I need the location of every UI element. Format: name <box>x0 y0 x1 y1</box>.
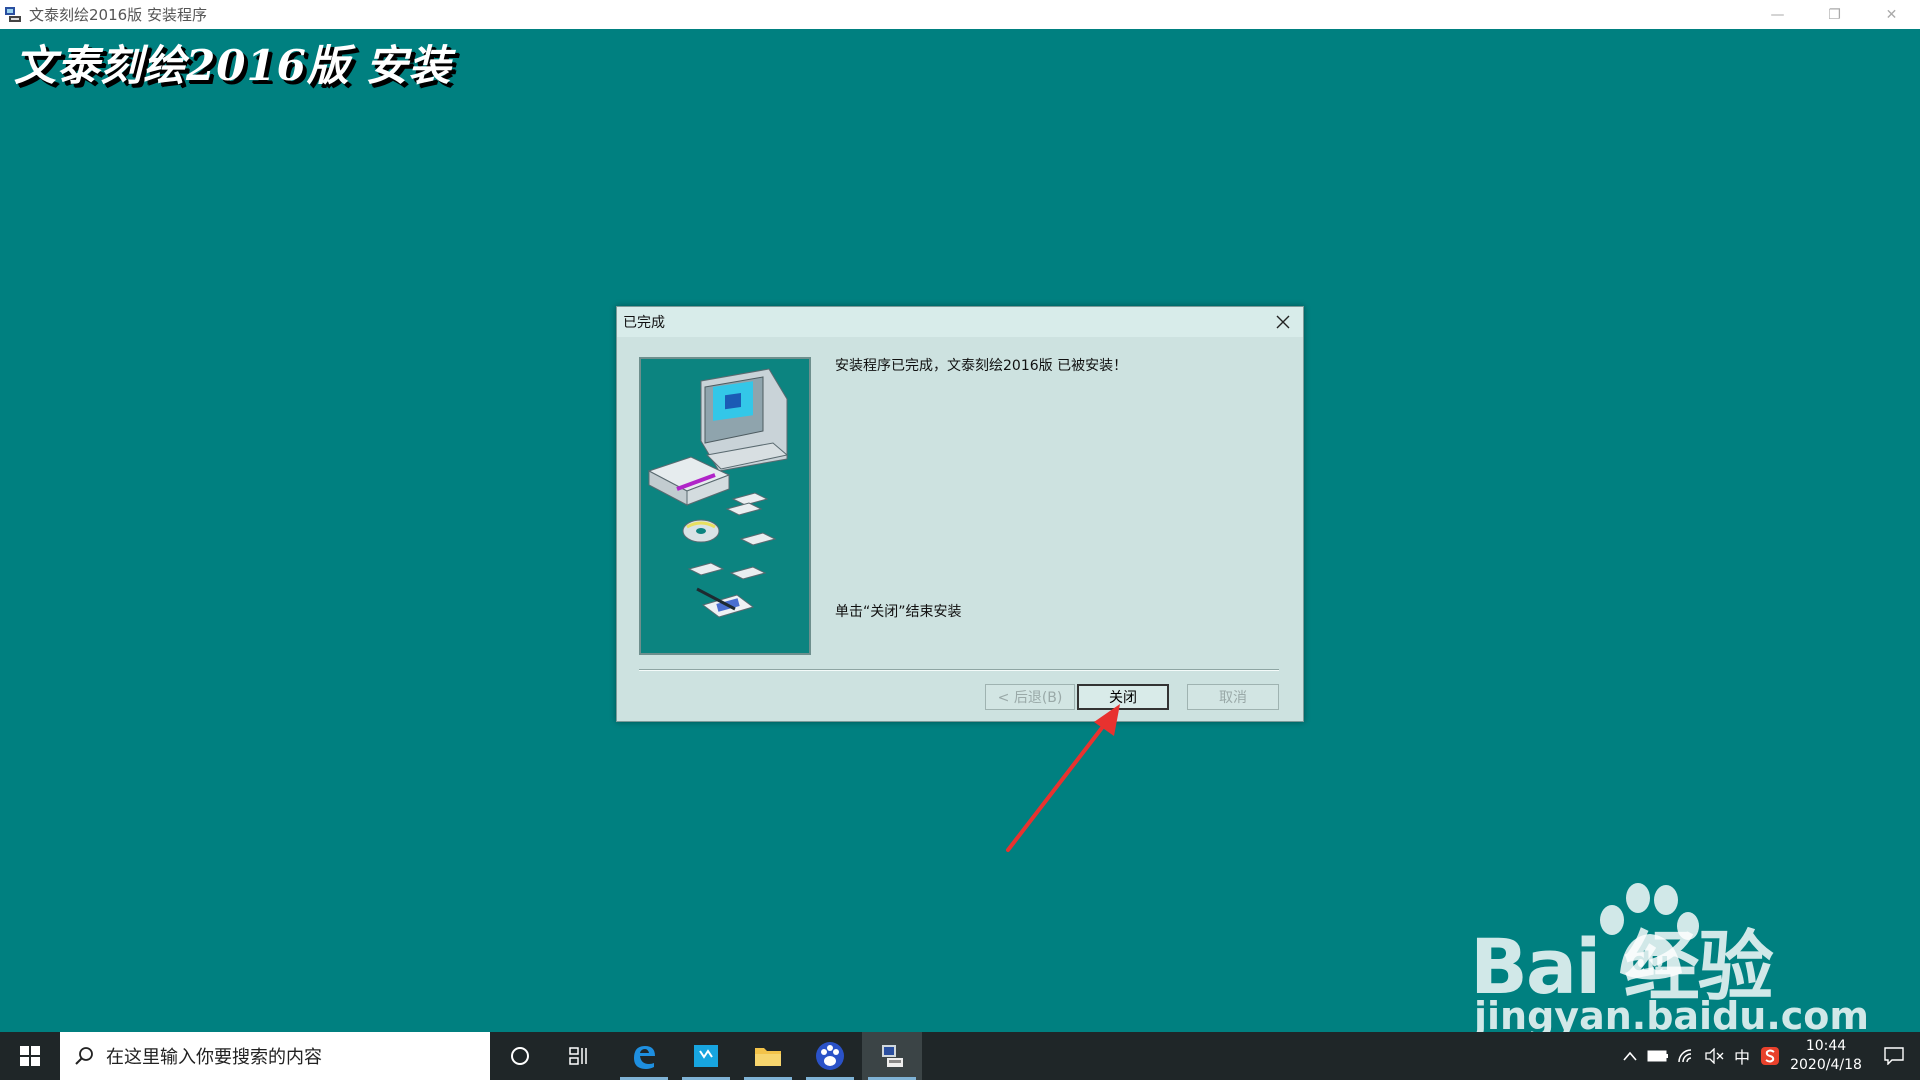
search-icon <box>75 1047 93 1065</box>
restore-button[interactable]: ❐ <box>1806 0 1863 29</box>
folder-icon <box>755 1048 781 1066</box>
window-controls: — ❐ ✕ <box>1749 0 1920 29</box>
installer-app-icon <box>5 6 21 22</box>
task-view-icon <box>569 1047 587 1065</box>
window-title: 文泰刻绘2016版 安装程序 <box>29 6 207 24</box>
window-close-button[interactable]: ✕ <box>1863 0 1920 29</box>
start-button[interactable] <box>0 1032 60 1080</box>
dialog-titlebar: 已完成 <box>617 307 1303 337</box>
close-icon <box>1276 315 1290 329</box>
sogou-ime-button[interactable] <box>1756 1032 1784 1080</box>
battery-button[interactable] <box>1644 1032 1672 1080</box>
network-button[interactable] <box>1672 1032 1700 1080</box>
taskbar-clock[interactable]: 10:44 2020/4/18 <box>1784 1037 1868 1075</box>
dialog-separator <box>639 669 1279 671</box>
search-placeholder: 在这里输入你要搜索的内容 <box>106 1047 322 1068</box>
chevron-up-icon <box>1623 1051 1637 1061</box>
system-tray: 中 10:44 2020/4/18 <box>1616 1032 1920 1080</box>
cortana-circle-icon <box>511 1047 529 1065</box>
edge-browser-icon <box>634 1046 655 1069</box>
battery-icon <box>1647 1050 1668 1062</box>
baidu-jingyan-watermark: du Bai 经验 jingyan.baidu.com <box>1470 870 1869 1040</box>
task-view-button[interactable] <box>550 1032 610 1080</box>
taskbar-installer[interactable] <box>862 1032 922 1080</box>
cancel-button[interactable]: 取消 <box>1187 684 1279 710</box>
minimize-button[interactable]: — <box>1749 0 1806 29</box>
dialog-title: 已完成 <box>623 315 665 331</box>
dialog-close-button[interactable] <box>1271 311 1295 333</box>
taskbar-baidu[interactable] <box>800 1032 860 1080</box>
taskbar-edge[interactable] <box>614 1032 674 1080</box>
installer-app-icon <box>882 1045 903 1067</box>
window-titlebar: 文泰刻绘2016版 安装程序 — ❐ ✕ <box>0 0 1920 29</box>
close-hint-text: 单击“关闭”结束安装 <box>835 604 962 620</box>
wifi-icon <box>1678 1049 1692 1063</box>
annotation-arrow <box>1006 704 1120 852</box>
taskbar-file-explorer[interactable] <box>738 1032 798 1080</box>
computer-install-illustration <box>647 368 789 618</box>
volume-button[interactable] <box>1700 1032 1728 1080</box>
baidu-paw-icon <box>816 1042 844 1070</box>
completion-message: 安装程序已完成，文泰刻绘2016版 已被安装！ <box>835 358 1128 374</box>
store-app-icon <box>694 1045 718 1067</box>
installer-illustration <box>639 357 811 655</box>
taskbar-store[interactable] <box>676 1032 736 1080</box>
notification-icon <box>1884 1047 1904 1065</box>
action-center-button[interactable] <box>1868 1032 1920 1080</box>
cortana-button[interactable] <box>490 1032 550 1080</box>
show-hidden-icons-button[interactable] <box>1616 1032 1644 1080</box>
taskbar-search-box[interactable]: 在这里输入你要搜索的内容 <box>60 1032 490 1080</box>
volume-muted-icon <box>1705 1048 1724 1064</box>
clock-date: 2020/4/18 <box>1790 1057 1862 1073</box>
windows-logo-icon <box>20 1046 40 1066</box>
sogou-s-icon <box>1761 1047 1779 1065</box>
taskbar: 在这里输入你要搜索的内容 中 10:44 2020/4/18 <box>0 1032 1920 1080</box>
installer-title: 文泰刻绘2016版 安装 <box>14 41 452 90</box>
ime-indicator[interactable]: 中 <box>1728 1032 1756 1080</box>
clock-time: 10:44 <box>1805 1038 1847 1054</box>
completion-dialog: 已完成 安装程序已完成，文泰刻绘2016版 已被安装！ 单击“关闭”结束安装 <… <box>616 306 1304 722</box>
